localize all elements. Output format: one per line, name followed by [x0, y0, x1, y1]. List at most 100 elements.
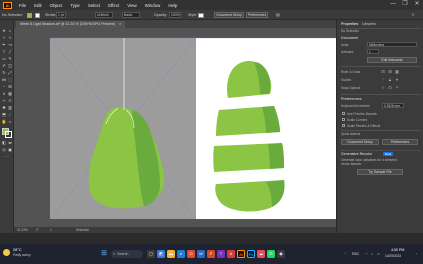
- ruler-icon[interactable]: ⊟: [381, 70, 385, 74]
- acrobat-icon[interactable]: A: [227, 250, 235, 258]
- stroke-weight-field[interactable]: 1 pt: [56, 12, 66, 18]
- lasso-icon[interactable]: ∿: [8, 35, 13, 40]
- menu-effect[interactable]: Effect: [104, 3, 123, 8]
- curvature-tool-icon[interactable]: ↝: [8, 42, 13, 47]
- word-icon[interactable]: W: [197, 250, 205, 258]
- quick-preferences-button[interactable]: Preferences: [382, 139, 418, 145]
- smart-guides-icon[interactable]: ⌖: [395, 78, 399, 82]
- graphic-style-swatch[interactable]: [198, 12, 204, 18]
- artboard-tool-icon[interactable]: ⬒: [2, 112, 7, 117]
- menu-type[interactable]: Type: [66, 3, 84, 8]
- edit-toolbar-icon[interactable]: ⋯: [5, 154, 10, 159]
- zoom-tool-icon[interactable]: ⌕: [8, 119, 13, 124]
- scale-strokes-checkbox[interactable]: [342, 124, 345, 127]
- stroke-color-swatch[interactable]: [5, 131, 12, 138]
- menu-file[interactable]: File: [15, 3, 30, 8]
- use-preview-bounds-checkbox[interactable]: [342, 112, 345, 115]
- blend-tool-icon[interactable]: ⊙: [8, 98, 13, 103]
- graph-tool-icon[interactable]: ▥: [8, 105, 13, 110]
- edit-artboards-button[interactable]: Edit Artboards: [367, 57, 417, 63]
- document-setup-button[interactable]: Document Setup: [214, 12, 244, 18]
- tray-chevron-icon[interactable]: ⌃: [344, 252, 347, 256]
- magic-wand-icon[interactable]: ✧: [2, 35, 7, 40]
- gradient-tool-icon[interactable]: ▦: [8, 91, 13, 96]
- rotation-status[interactable]: 0°: [36, 228, 39, 232]
- units-dropdown[interactable]: Millimeters: [367, 42, 417, 47]
- battery-icon[interactable]: ▭: [377, 252, 380, 256]
- style-basic-dropdown[interactable]: Basic: [122, 12, 140, 18]
- edge-browser-icon[interactable]: e: [177, 250, 185, 258]
- fill-swatch[interactable]: [27, 12, 32, 18]
- restore-button[interactable]: ❐: [399, 0, 411, 10]
- try-sample-file-button[interactable]: Try Sample File: [357, 169, 403, 175]
- artboard-dropdown[interactable]: 1: [367, 49, 379, 54]
- widgets-icon[interactable]: ◩: [157, 250, 165, 258]
- hand-tool-icon[interactable]: ✋: [2, 119, 7, 124]
- mesh-tool-icon[interactable]: #: [2, 91, 7, 96]
- taskbar-search[interactable]: ⌕ Search: [111, 250, 143, 258]
- snap-pixel-icon[interactable]: ⊡: [388, 86, 392, 90]
- pen-tool-icon[interactable]: ✒: [2, 42, 7, 47]
- document-tab[interactable]: Week 8 Light Shadow.ai* @ 31.33 % (CMYK/…: [16, 20, 126, 28]
- teams-icon[interactable]: T: [217, 250, 225, 258]
- wifi-icon[interactable]: ◠: [365, 252, 368, 256]
- artboard-navigator[interactable]: 1: [50, 228, 52, 232]
- screen-mode-icon[interactable]: ▣: [8, 147, 13, 152]
- weather-temp[interactable]: 28°C: [13, 248, 21, 252]
- eyedropper-icon[interactable]: ✑: [2, 98, 7, 103]
- scale-corners-checkbox[interactable]: [342, 118, 345, 121]
- keyboard-increment-field[interactable]: 0.3528 mm: [382, 103, 404, 108]
- stroke-swatch[interactable]: [35, 12, 40, 18]
- grid-icon[interactable]: ⊞: [388, 70, 392, 74]
- powerpoint-icon[interactable]: P: [207, 250, 215, 258]
- lock-guides-icon[interactable]: 🔒︎: [388, 78, 392, 82]
- snap-point-icon[interactable]: ⊹: [381, 86, 385, 90]
- clock-time[interactable]: 4:50 PM: [391, 248, 404, 252]
- menu-object[interactable]: Object: [46, 3, 67, 8]
- notifications-icon[interactable]: ◔: [415, 252, 417, 256]
- show-guides-icon[interactable]: ⋮: [381, 78, 385, 82]
- brush-dropdown[interactable]: Uniform: [95, 12, 113, 18]
- menu-select[interactable]: Select: [84, 3, 104, 8]
- paintbrush-icon[interactable]: ✎: [8, 56, 13, 61]
- tab-libraries[interactable]: Libraries: [362, 22, 376, 26]
- swap-colors-icon[interactable]: ⇄: [8, 140, 13, 145]
- shaper-tool-icon[interactable]: ✐: [2, 63, 7, 68]
- creative-cloud-icon[interactable]: ☁: [257, 250, 265, 258]
- chrome-icon[interactable]: ◉: [277, 250, 285, 258]
- scale-tool-icon[interactable]: ⤢: [8, 70, 13, 75]
- volume-icon[interactable]: ◖: [371, 252, 373, 256]
- draw-mode-icon[interactable]: ◎: [2, 147, 7, 152]
- canvas[interactable]: [14, 28, 336, 227]
- illustrator-taskbar-icon[interactable]: Ai: [237, 250, 245, 258]
- menu-window[interactable]: Window: [141, 3, 165, 8]
- rectangle-tool-icon[interactable]: ▭: [2, 56, 7, 61]
- language-indicator[interactable]: ENG: [352, 252, 359, 256]
- menu-view[interactable]: View: [123, 3, 140, 8]
- free-transform-icon[interactable]: ⬚: [8, 77, 13, 82]
- opacity-field[interactable]: 100%: [169, 12, 181, 18]
- preferences-button[interactable]: Preferences: [246, 12, 268, 18]
- pixel-grid-icon[interactable]: ▦: [395, 70, 399, 74]
- menu-edit[interactable]: Edit: [30, 3, 46, 8]
- eraser-icon[interactable]: ◫: [8, 63, 13, 68]
- minimize-button[interactable]: —: [387, 0, 399, 10]
- selection-tool-icon[interactable]: ➤: [2, 28, 7, 33]
- weather-desc[interactable]: Partly sunny: [13, 253, 31, 257]
- close-tab-icon[interactable]: ×: [119, 22, 121, 26]
- default-colors-icon[interactable]: ◧: [2, 140, 7, 145]
- quick-document-setup-button[interactable]: Document Setup: [341, 139, 379, 145]
- office-icon[interactable]: O: [187, 250, 195, 258]
- rotate-tool-icon[interactable]: ↻: [2, 70, 7, 75]
- perspective-grid-icon[interactable]: ⊞: [8, 84, 13, 89]
- photoshop-taskbar-icon[interactable]: Ps: [247, 250, 255, 258]
- clock-date[interactable]: 10/25/2023: [385, 254, 401, 258]
- file-explorer-icon[interactable]: ▬: [167, 250, 175, 258]
- zoom-status[interactable]: 31.33%: [17, 228, 28, 232]
- snap-glyph-icon[interactable]: ᴬ: [395, 86, 399, 90]
- task-view-icon[interactable]: ▢: [147, 250, 155, 258]
- align-icon[interactable]: ▤: [276, 12, 280, 18]
- shape-builder-icon[interactable]: ◔: [2, 84, 7, 89]
- weather-icon[interactable]: [3, 249, 10, 256]
- tab-properties[interactable]: Properties: [341, 22, 358, 26]
